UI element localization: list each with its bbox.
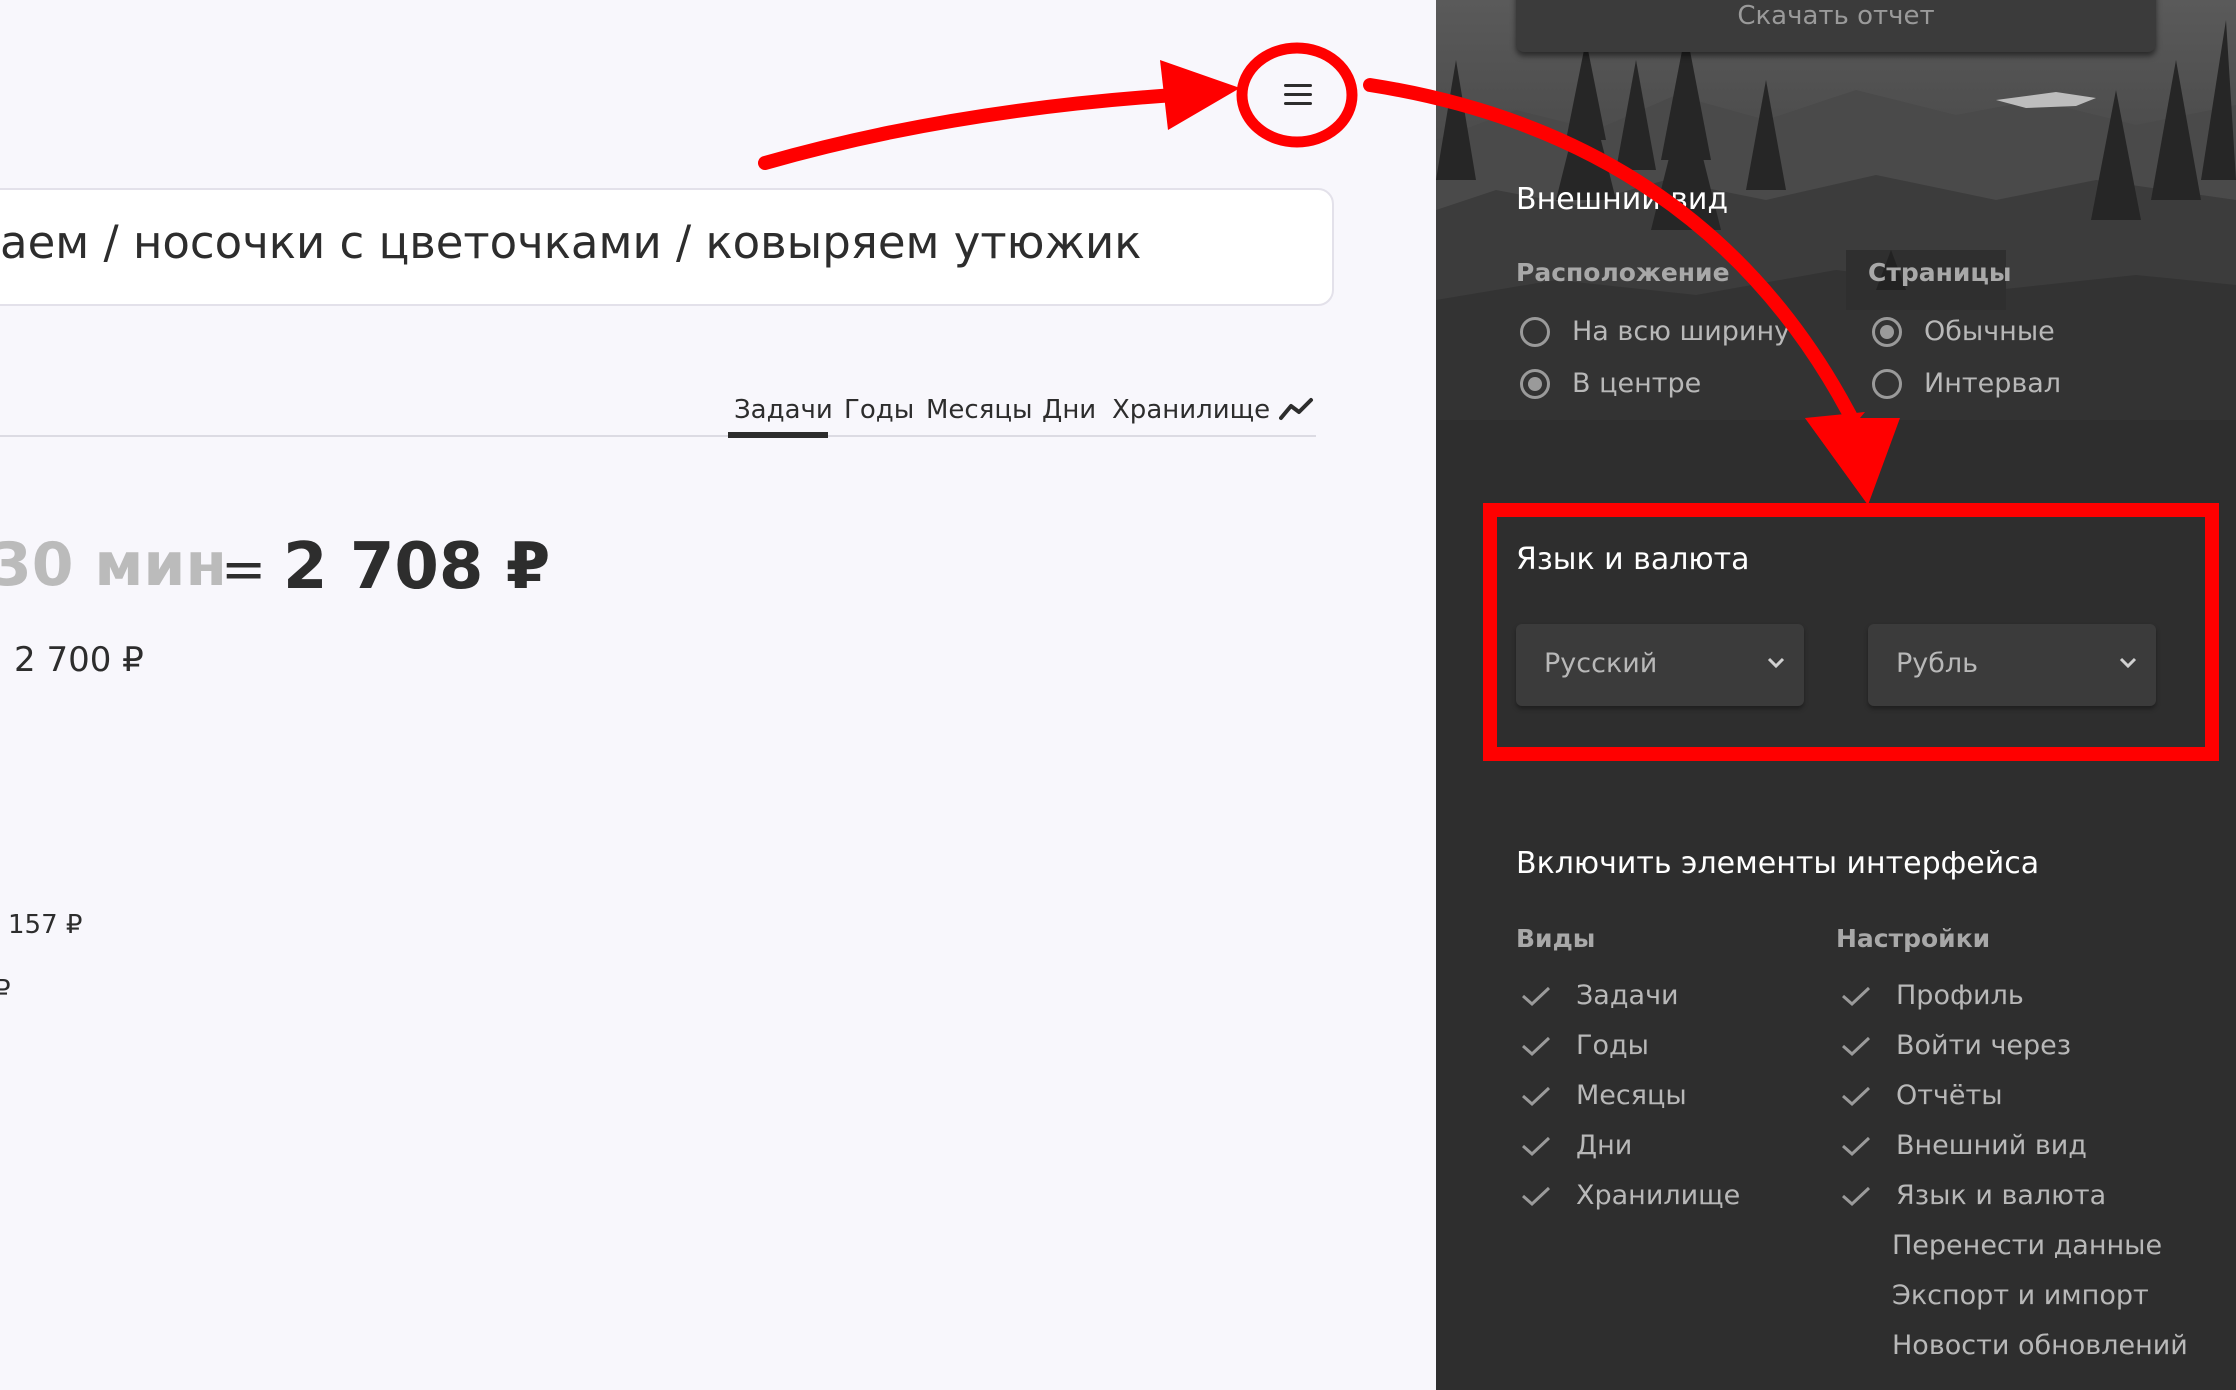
time-value: 30 мин [0, 530, 227, 600]
setting-toggle-item[interactable]: Внешний вид [1840, 1130, 2087, 1161]
checkmark-icon [1522, 986, 1551, 1006]
setting-item-unchecked[interactable]: Новости обновлений [1892, 1330, 2188, 1361]
radio-label: На всю ширину [1572, 316, 1791, 347]
checkmark-icon [1842, 986, 1871, 1006]
active-tab-indicator [728, 432, 828, 438]
radio-pages-normal[interactable]: Обычные [1872, 316, 2055, 347]
language-currency-title: Язык и валюта [1516, 542, 1750, 577]
view-toggle-label: Задачи [1576, 980, 1679, 1011]
checkmark-icon [1842, 1136, 1871, 1156]
total-amount: 2 708 ₽ [283, 530, 551, 604]
settings-label: Настройки [1836, 924, 1991, 953]
setting-item-unchecked[interactable]: Перенести данные [1892, 1230, 2162, 1261]
views-label: Виды [1516, 924, 1596, 953]
radio-full-width[interactable]: На всю ширину [1520, 316, 1790, 347]
radio-label: Интервал [1924, 368, 2062, 399]
radio-off-icon [1520, 316, 1550, 347]
currency-value: Рубль [1896, 648, 1979, 679]
view-toggle-item[interactable]: Дни [1520, 1130, 1632, 1161]
language-value: Русский [1544, 648, 1658, 679]
view-toggle-label: Дни [1576, 1130, 1633, 1161]
view-toggle-item[interactable]: Хранилище [1520, 1180, 1740, 1211]
view-toggle-label: Годы [1576, 1030, 1649, 1061]
checkmark-icon [1842, 1036, 1871, 1056]
settings-panel: Скачать отчет Внешний вид Расположение С… [1436, 0, 2236, 1390]
setting-toggle-item[interactable]: Отчёты [1840, 1080, 2003, 1111]
download-report-button[interactable]: Скачать отчет [1516, 0, 2156, 52]
setting-item-unchecked[interactable]: Экспорт и импорт [1892, 1280, 2149, 1311]
currency-select[interactable]: Рубль [1868, 624, 2156, 706]
tab-months[interactable]: Месяцы [926, 395, 1033, 425]
setting-toggle-label: Отчёты [1896, 1080, 2003, 1111]
view-toggle-label: Месяцы [1576, 1080, 1687, 1111]
tab-years[interactable]: Годы [844, 395, 914, 425]
radio-label: В центре [1572, 368, 1702, 399]
radio-on-icon [1520, 368, 1550, 399]
setting-toggle-item[interactable]: Профиль [1840, 980, 2024, 1011]
main-area: аем / носочки с цветочками / ковыряем ут… [0, 0, 1436, 1390]
amount-row-1: 157 ₽ [8, 910, 83, 940]
radio-label: Обычные [1924, 316, 2055, 347]
tab-storage[interactable]: Хранилище [1112, 395, 1270, 425]
setting-toggle-label: Войти через [1896, 1030, 2072, 1061]
view-toggle-item[interactable]: Месяцы [1520, 1080, 1687, 1111]
checkmark-icon [1522, 1086, 1551, 1106]
radio-off-icon [1872, 368, 1902, 399]
chevron-down-icon [2119, 657, 2137, 669]
setting-toggle-label: Внешний вид [1896, 1130, 2087, 1161]
sub-amount: 2 700 ₽ [14, 640, 144, 680]
hamburger-menu-icon[interactable] [1266, 76, 1330, 112]
tab-days[interactable]: Дни [1042, 395, 1096, 425]
amount-row-2: ₽ [0, 975, 11, 1005]
view-toggle-item[interactable]: Задачи [1520, 980, 1679, 1011]
checkmark-icon [1522, 1036, 1551, 1056]
equals-sign: = [221, 538, 267, 601]
interface-title: Включить элементы интерфейса [1516, 846, 2040, 881]
checkmark-icon [1522, 1186, 1551, 1206]
checkmark-icon [1522, 1136, 1551, 1156]
appearance-title: Внешний вид [1516, 182, 1729, 217]
view-toggle-item[interactable]: Годы [1520, 1030, 1649, 1061]
checkmark-icon [1842, 1086, 1871, 1106]
language-select[interactable]: Русский [1516, 624, 1804, 706]
radio-pages-interval[interactable]: Интервал [1872, 368, 2061, 399]
radio-on-icon [1872, 316, 1902, 347]
setting-toggle-item[interactable]: Войти через [1840, 1030, 2071, 1061]
radio-center[interactable]: В центре [1520, 368, 1701, 399]
chevron-down-icon [1767, 657, 1785, 669]
setting-toggle-label: Язык и валюта [1896, 1180, 2107, 1211]
setting-toggle-label: Профиль [1896, 980, 2024, 1011]
trend-line-icon[interactable] [1279, 396, 1315, 424]
tabs-divider [0, 435, 1316, 437]
checkmark-icon [1842, 1186, 1871, 1206]
pages-label: Страницы [1868, 258, 2012, 287]
task-path-text: аем / носочки с цветочками / ковыряем ут… [0, 216, 1142, 269]
setting-toggle-item[interactable]: Язык и валюта [1840, 1180, 2106, 1211]
view-toggle-label: Хранилище [1576, 1180, 1741, 1211]
layout-label: Расположение [1516, 258, 1730, 287]
tab-tasks[interactable]: Задачи [734, 395, 833, 425]
